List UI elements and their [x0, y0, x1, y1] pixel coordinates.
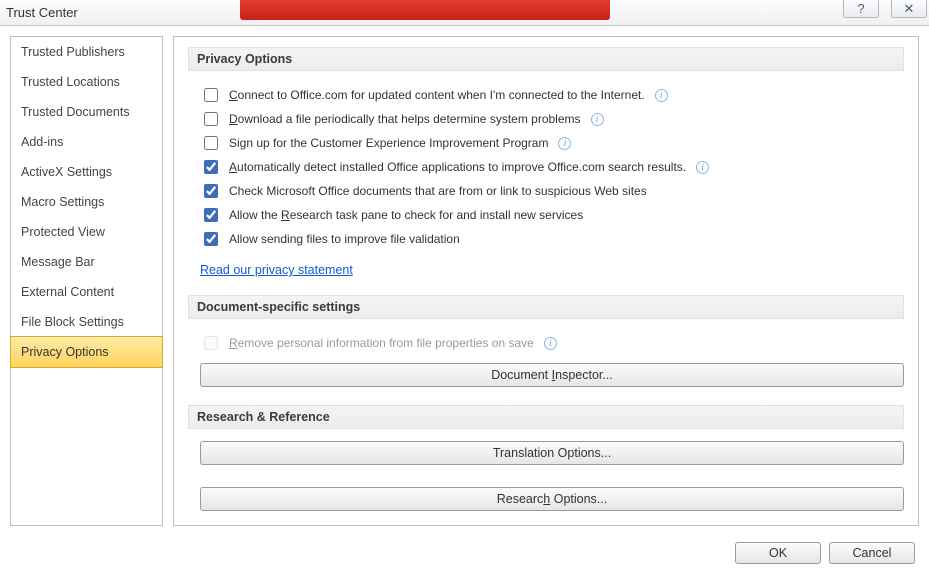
- checkbox-download-file[interactable]: [204, 112, 218, 126]
- checkbox-research-update[interactable]: [204, 208, 218, 222]
- translation-options-button[interactable]: Translation Options...: [200, 441, 904, 465]
- info-icon[interactable]: i: [655, 89, 668, 102]
- section-header-privacy: Privacy Options: [188, 47, 904, 71]
- main-panel: Privacy Options Connect to Office.com fo…: [173, 36, 919, 526]
- sidebar-item-trusted-documents[interactable]: Trusted Documents: [11, 97, 162, 127]
- section-header-research: Research & Reference: [188, 405, 904, 429]
- cancel-button[interactable]: Cancel: [829, 542, 915, 564]
- label-ceip: Sign up for the Customer Experience Impr…: [229, 133, 548, 153]
- title-bar: Trust Center ? ✕: [0, 0, 929, 26]
- info-icon[interactable]: i: [544, 337, 557, 350]
- sidebar-item-macro-settings[interactable]: Macro Settings: [11, 187, 162, 217]
- checkbox-connect-office[interactable]: [204, 88, 218, 102]
- research-options-button[interactable]: Research Options...: [200, 487, 904, 511]
- checkbox-file-validation[interactable]: [204, 232, 218, 246]
- sidebar-item-activex-settings[interactable]: ActiveX Settings: [11, 157, 162, 187]
- option-check-suspicious: Check Microsoft Office documents that ar…: [188, 179, 904, 203]
- sidebar-item-trusted-locations[interactable]: Trusted Locations: [11, 67, 162, 97]
- checkbox-auto-detect[interactable]: [204, 160, 218, 174]
- label-auto-detect: Automatically detect installed Office ap…: [229, 157, 686, 177]
- info-icon[interactable]: i: [558, 137, 571, 150]
- document-inspector-button[interactable]: Document Inspector...: [200, 363, 904, 387]
- label-check-suspicious: Check Microsoft Office documents that ar…: [229, 181, 647, 201]
- content-area: Trusted Publishers Trusted Locations Tru…: [0, 26, 929, 536]
- sidebar-item-external-content[interactable]: External Content: [11, 277, 162, 307]
- label-research-update: Allow the Research task pane to check fo…: [229, 205, 583, 225]
- ok-button[interactable]: OK: [735, 542, 821, 564]
- redacted-region: [240, 0, 610, 20]
- sidebar-item-protected-view[interactable]: Protected View: [11, 217, 162, 247]
- label-file-validation: Allow sending files to improve file vali…: [229, 229, 460, 249]
- help-button[interactable]: ?: [843, 0, 879, 18]
- option-download-file: Download a file periodically that helps …: [188, 107, 904, 131]
- info-icon[interactable]: i: [696, 161, 709, 174]
- option-file-validation: Allow sending files to improve file vali…: [188, 227, 904, 251]
- option-auto-detect: Automatically detect installed Office ap…: [188, 155, 904, 179]
- label-download-file: Download a file periodically that helps …: [229, 109, 581, 129]
- sidebar: Trusted Publishers Trusted Locations Tru…: [10, 36, 163, 526]
- checkbox-check-suspicious[interactable]: [204, 184, 218, 198]
- sidebar-item-trusted-publishers[interactable]: Trusted Publishers: [11, 37, 162, 67]
- label-remove-pii: Remove personal information from file pr…: [229, 333, 534, 353]
- window-controls: ? ✕: [843, 0, 927, 18]
- sidebar-item-privacy-options[interactable]: Privacy Options: [10, 336, 163, 368]
- checkbox-ceip[interactable]: [204, 136, 218, 150]
- dialog-footer: OK Cancel: [0, 536, 929, 574]
- window-title: Trust Center: [6, 5, 78, 20]
- label-connect-office: Connect to Office.com for updated conten…: [229, 85, 645, 105]
- option-research-update: Allow the Research task pane to check fo…: [188, 203, 904, 227]
- sidebar-item-message-bar[interactable]: Message Bar: [11, 247, 162, 277]
- option-remove-pii: Remove personal information from file pr…: [188, 331, 904, 355]
- privacy-statement-link[interactable]: Read our privacy statement: [200, 263, 353, 277]
- section-header-document: Document-specific settings: [188, 295, 904, 319]
- option-ceip: Sign up for the Customer Experience Impr…: [188, 131, 904, 155]
- info-icon[interactable]: i: [591, 113, 604, 126]
- checkbox-remove-pii: [204, 336, 218, 350]
- option-connect-office: Connect to Office.com for updated conten…: [188, 83, 904, 107]
- sidebar-item-add-ins[interactable]: Add-ins: [11, 127, 162, 157]
- sidebar-item-file-block-settings[interactable]: File Block Settings: [11, 307, 162, 337]
- close-button[interactable]: ✕: [891, 0, 927, 18]
